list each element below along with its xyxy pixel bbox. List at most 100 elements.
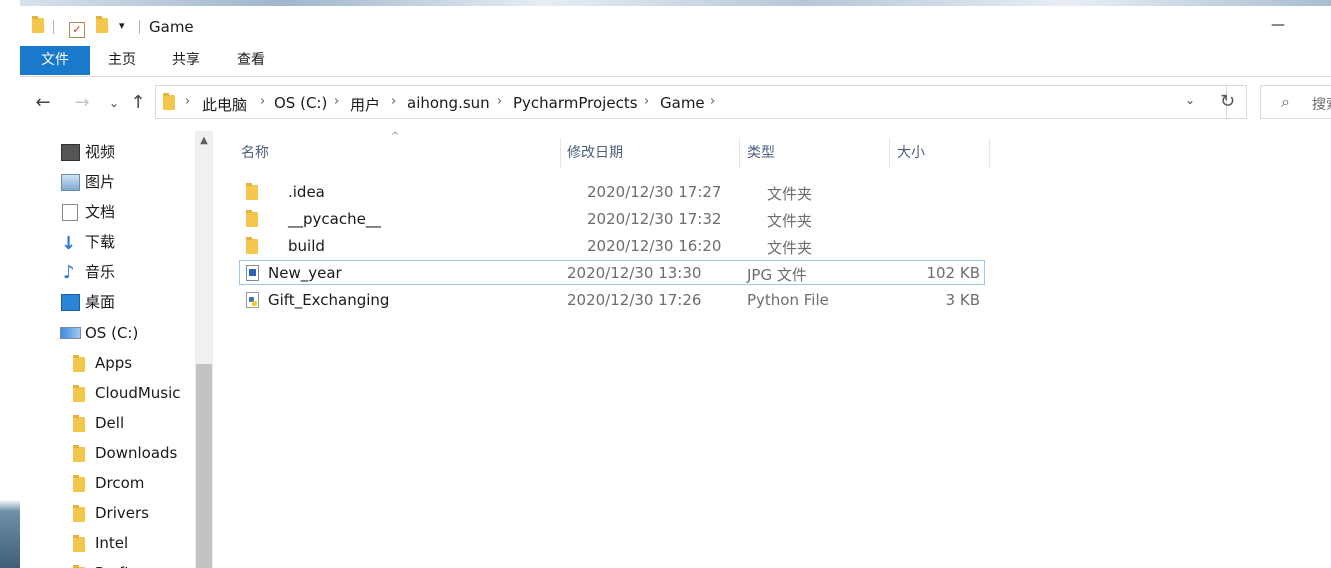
window-title: Game <box>149 18 194 36</box>
address-history-dropdown-icon[interactable]: ⌄ <box>1180 93 1200 113</box>
downloads-icon: ↓ <box>61 233 77 254</box>
nav-item-label: 图片 <box>85 173 116 191</box>
column-header-type[interactable]: 类型 <box>747 138 775 168</box>
explorer-window: ✓ ▾ Game — 文件 主页 共享 查看 ← → ⌄ ↑ › 此电脑 › O… <box>20 6 1331 568</box>
breadcrumb-users[interactable]: 用户 <box>350 94 380 115</box>
scrollbar-thumb[interactable] <box>196 364 212 568</box>
recent-locations-dropdown-icon[interactable]: ⌄ <box>102 91 126 115</box>
file-date: 2020/12/30 17:26 <box>567 291 702 309</box>
new-folder-icon[interactable] <box>96 16 108 37</box>
column-divider[interactable] <box>739 138 740 168</box>
chevron-right-icon[interactable]: › <box>391 94 396 109</box>
nav-item-label: Dell <box>95 414 125 432</box>
properties-icon[interactable]: ✓ <box>69 19 85 38</box>
tab-home[interactable]: 主页 <box>98 46 146 75</box>
title-separator <box>139 20 140 34</box>
minimize-button[interactable]: — <box>1263 10 1293 40</box>
sort-ascending-icon: ^ <box>391 131 400 142</box>
tab-view[interactable]: 查看 <box>227 46 275 75</box>
file-name: .idea <box>288 183 325 201</box>
folder-icon <box>73 355 85 372</box>
file-name: __pycache__ <box>288 210 381 228</box>
scroll-up-icon[interactable]: ▲ <box>195 135 213 149</box>
file-type: 文件夹 <box>767 185 813 203</box>
address-bar[interactable]: › 此电脑 › OS (C:) › 用户 › aihong.sun › Pych… <box>155 85 1227 119</box>
column-header-size[interactable]: 大小 <box>897 138 925 168</box>
column-divider[interactable] <box>989 138 990 168</box>
nav-item-label: PerfLogs <box>95 559 159 568</box>
nav-item-label: Drcom <box>95 474 145 492</box>
folder-icon <box>32 16 44 37</box>
tab-file[interactable]: 文件 <box>20 46 90 75</box>
file-row-idea[interactable]: .idea 2020/12/30 17:27 文件夹 <box>239 179 985 204</box>
file-date: 2020/12/30 13:30 <box>567 264 702 282</box>
chevron-right-icon[interactable]: › <box>334 94 339 109</box>
ribbon-tabs: 文件 主页 共享 查看 <box>20 46 1331 77</box>
drive-icon <box>60 327 81 339</box>
up-button[interactable]: ↑ <box>126 91 150 115</box>
nav-item-label: Drivers <box>95 504 149 522</box>
file-type: Python File <box>747 291 829 309</box>
breadcrumb-game[interactable]: Game <box>660 94 705 112</box>
file-size: 102 KB <box>926 264 980 282</box>
folder-icon <box>246 183 258 204</box>
search-placeholder: 搜索"Game" <box>1312 97 1331 113</box>
search-icon: ⌕ <box>1281 92 1290 111</box>
file-type: 文件夹 <box>767 212 813 230</box>
breadcrumb-this-pc[interactable]: 此电脑 <box>202 94 247 115</box>
documents-icon <box>62 204 78 221</box>
file-name: build <box>288 237 325 255</box>
breadcrumb-aihong-sun[interactable]: aihong.sun <box>407 94 490 112</box>
title-bar: ✓ ▾ Game — <box>20 6 1331 46</box>
refresh-button[interactable]: ↻ <box>1209 85 1247 119</box>
file-name: New_year <box>268 264 342 282</box>
music-icon: ♪ <box>63 262 75 283</box>
folder-icon <box>73 445 85 462</box>
nav-item-label: CloudMusic <box>95 384 181 402</box>
search-box[interactable]: ⌕ 搜索"Game" <box>1260 85 1331 119</box>
column-divider[interactable] <box>889 138 890 168</box>
file-row-pycache[interactable]: __pycache__ 2020/12/30 17:32 文件夹 <box>239 206 985 231</box>
file-type: 文件夹 <box>767 239 813 257</box>
breadcrumb-os-c[interactable]: OS (C:) <box>274 94 327 112</box>
chevron-right-icon[interactable]: › <box>710 94 715 109</box>
navigation-pane: 视频 图片 文档 ↓ 下载 ♪ 音乐 桌面 OS (C:) Apps Cloud… <box>20 131 215 568</box>
file-size: 3 KB <box>945 291 980 309</box>
pictures-icon <box>61 174 80 191</box>
back-button[interactable]: ← <box>31 91 55 115</box>
file-row-new-year[interactable]: New_year 2020/12/30 13:30 JPG 文件 102 KB <box>239 260 985 285</box>
chevron-right-icon[interactable]: › <box>185 94 190 109</box>
chevron-right-icon[interactable]: › <box>497 94 502 109</box>
customize-toolbar-dropdown-icon[interactable]: ▾ <box>119 19 125 32</box>
file-row-gift-exchanging[interactable]: Gift_Exchanging 2020/12/30 17:26 Python … <box>239 287 985 312</box>
file-list: ^ 名称 修改日期 类型 大小 .idea 2020/12/30 17:27 文… <box>215 131 1331 568</box>
nav-item-label: Apps <box>95 354 133 372</box>
file-row-build[interactable]: build 2020/12/30 16:20 文件夹 <box>239 233 985 258</box>
title-separator <box>53 20 54 34</box>
folder-icon <box>163 93 175 110</box>
tab-share[interactable]: 共享 <box>162 46 210 75</box>
file-date: 2020/12/30 17:27 <box>587 183 722 201</box>
breadcrumb-pycharmprojects[interactable]: PycharmProjects <box>513 94 638 112</box>
nav-scrollbar[interactable]: ▲ <box>195 131 213 568</box>
nav-item-label: 音乐 <box>85 263 116 281</box>
column-header-name[interactable]: 名称 <box>241 138 269 168</box>
nav-item-label: 文档 <box>85 203 116 221</box>
desktop-background <box>0 0 20 568</box>
forward-button[interactable]: → <box>70 91 94 115</box>
file-date: 2020/12/30 16:20 <box>587 237 722 255</box>
nav-item-label: Intel <box>95 534 129 552</box>
video-icon <box>61 144 80 161</box>
desktop-icon <box>61 294 80 311</box>
column-header-date[interactable]: 修改日期 <box>567 138 623 168</box>
nav-item-label: 视频 <box>85 143 116 161</box>
python-file-icon <box>246 292 259 312</box>
image-file-icon <box>246 265 259 285</box>
nav-item-label: OS (C:) <box>85 324 139 342</box>
folder-icon <box>73 475 85 492</box>
navigation-bar: ← → ⌄ ↑ › 此电脑 › OS (C:) › 用户 › aihong.su… <box>20 77 1331 131</box>
file-type: JPG 文件 <box>747 266 807 284</box>
chevron-right-icon[interactable]: › <box>644 94 649 109</box>
column-divider[interactable] <box>560 138 561 168</box>
chevron-right-icon[interactable]: › <box>260 94 265 109</box>
